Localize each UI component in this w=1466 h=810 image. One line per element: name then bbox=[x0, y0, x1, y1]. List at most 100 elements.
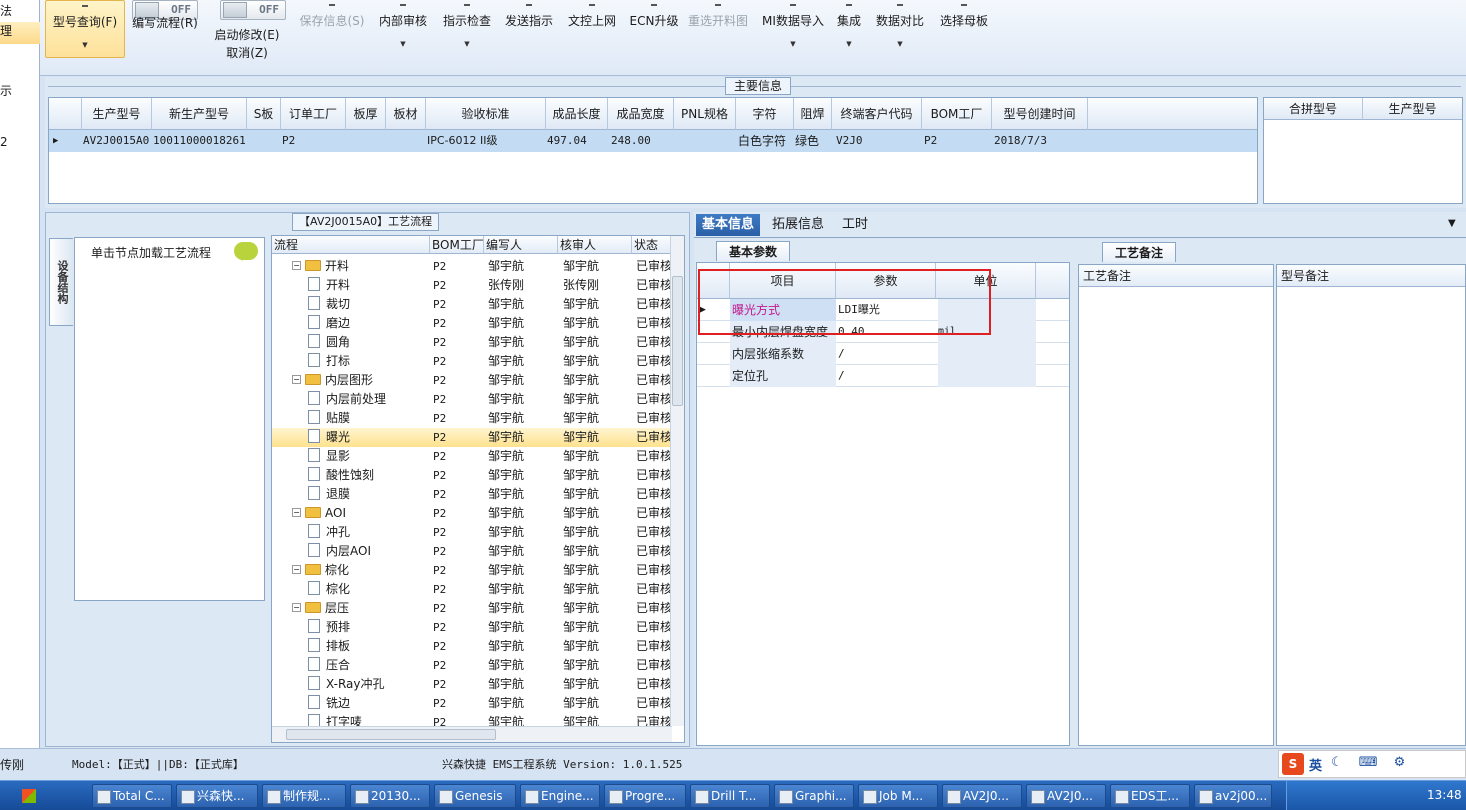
taskbar-item[interactable]: AV2J0... bbox=[942, 784, 1022, 808]
tree-leaf-node[interactable]: 铣边 P2 邹宇航 邹宇航 已审核 bbox=[272, 694, 672, 713]
tree-leaf-node[interactable]: 内层前处理 P2 邹宇航 邹宇航 已审核 bbox=[272, 390, 672, 409]
tree-leaf-node[interactable]: X-Ray冲孔 P2 邹宇航 邹宇航 已审核 bbox=[272, 675, 672, 694]
ime-tools-icon[interactable]: ☾ ⌨ ⚙ bbox=[1331, 755, 1411, 770]
tab-basic-info[interactable]: 基本信息 bbox=[696, 214, 761, 236]
taskbar-item[interactable]: 20130... bbox=[350, 784, 430, 808]
file-control-upload-button[interactable]: 文控上网 bbox=[564, 0, 620, 58]
model-notes-box[interactable]: 型号备注 bbox=[1276, 264, 1466, 746]
taskbar-item[interactable]: av2j00... bbox=[1194, 784, 1272, 808]
col-header[interactable]: 板材 bbox=[386, 98, 426, 130]
tree-folder-node[interactable]: − AOI P2 邹宇航 邹宇航 已审核 bbox=[272, 504, 672, 523]
tree-leaf-node[interactable]: 退膜 P2 邹宇航 邹宇航 已审核 bbox=[272, 485, 672, 504]
taskbar-item[interactable]: Genesis bbox=[434, 784, 516, 808]
col-header[interactable]: 阻焊 bbox=[794, 98, 832, 130]
integrate-button[interactable]: 集成 ▼ bbox=[832, 0, 866, 58]
param-row[interactable]: 内层张缩系数 / bbox=[697, 343, 1069, 365]
ecn-upgrade-button[interactable]: ECN升级 bbox=[626, 0, 682, 58]
tree-leaf-node[interactable]: 内层AOI P2 邹宇航 邹宇航 已审核 bbox=[272, 542, 672, 561]
taskbar-item[interactable]: 兴森快... bbox=[176, 784, 258, 808]
taskbar-item[interactable]: Drill T... bbox=[690, 784, 770, 808]
tree-leaf-node[interactable]: 压合 P2 邹宇航 邹宇航 已审核 bbox=[272, 656, 672, 675]
col-header[interactable]: 成品宽度 bbox=[608, 98, 674, 130]
col-header[interactable]: 生产型号 bbox=[1363, 98, 1462, 120]
col-header[interactable]: 型号创建时间 bbox=[992, 98, 1088, 130]
col-header[interactable]: 字符 bbox=[736, 98, 794, 130]
vertical-scrollbar[interactable] bbox=[670, 236, 684, 726]
tree-leaf-node[interactable]: 圆角 P2 邹宇航 邹宇航 已审核 bbox=[272, 333, 672, 352]
collapse-icon[interactable]: − bbox=[292, 565, 301, 574]
taskbar-item[interactable]: AV2J0... bbox=[1026, 784, 1106, 808]
tree-leaf-node[interactable]: 冲孔 P2 邹宇航 邹宇航 已审核 bbox=[272, 523, 672, 542]
reselect-chart-button[interactable]: 重选开料图 bbox=[684, 0, 752, 58]
collapse-icon[interactable]: − bbox=[292, 508, 301, 517]
main-info-grid[interactable]: 生产型号 新生产型号 S板 订单工厂 板厚 板材 验收标准 成品长度 成品宽度 … bbox=[48, 97, 1258, 204]
start-modify-toggle[interactable]: OFF bbox=[220, 0, 286, 20]
model-query-button[interactable]: 型号查询(F) ▼ bbox=[45, 0, 125, 58]
horizontal-scrollbar[interactable] bbox=[272, 726, 672, 742]
col-header[interactable]: 新生产型号 bbox=[152, 98, 247, 130]
mi-import-button[interactable]: MI数据导入 ▼ bbox=[758, 0, 828, 58]
tab-process-notes[interactable]: 工艺备注 bbox=[1102, 242, 1177, 262]
tree-leaf-node[interactable]: 显影 P2 邹宇航 邹宇航 已审核 bbox=[272, 447, 672, 466]
taskbar-item[interactable]: Progre... bbox=[604, 784, 686, 808]
taskbar-item[interactable]: Job M... bbox=[858, 784, 938, 808]
tab-basic-params[interactable]: 基本参数 bbox=[716, 241, 791, 261]
taskbar-item[interactable]: Engine... bbox=[520, 784, 600, 808]
tree-leaf-node[interactable]: 裁切 P2 邹宇航 邹宇航 已审核 bbox=[272, 295, 672, 314]
collapse-icon[interactable]: − bbox=[292, 261, 301, 270]
vertical-tab-equipment[interactable]: 设备结构 bbox=[49, 238, 73, 326]
process-tree[interactable]: 流程 BOM工厂 编写人 核审人 状态 − 开料 P2 邹宇航 邹宇航 已审核 开料 P2 张传… bbox=[271, 235, 685, 743]
start-modify-label[interactable]: 启动修改(E) bbox=[212, 26, 282, 43]
param-row[interactable]: 定位孔 / bbox=[697, 365, 1069, 387]
clock[interactable]: 13:48 bbox=[1427, 788, 1462, 802]
taskbar-item[interactable]: 制作规... bbox=[262, 784, 346, 808]
tree-leaf-node[interactable]: 磨边 P2 邹宇航 邹宇航 已审核 bbox=[272, 314, 672, 333]
col-header[interactable]: 终端客户代码 bbox=[832, 98, 922, 130]
tree-leaf-node[interactable]: 开料 P2 张传刚 张传刚 已审核 bbox=[272, 276, 672, 295]
process-notes-box[interactable]: 工艺备注 bbox=[1078, 264, 1274, 746]
taskbar-item[interactable]: EDS工... bbox=[1110, 784, 1190, 808]
select-mother-board-button[interactable]: 选择母板 bbox=[936, 0, 992, 58]
collapse-icon[interactable]: − bbox=[292, 603, 301, 612]
tree-leaf-node[interactable]: 酸性蚀刻 P2 邹宇航 邹宇航 已审核 bbox=[272, 466, 672, 485]
col-header[interactable]: 验收标准 bbox=[426, 98, 546, 130]
chevron-down-icon[interactable]: ▼ bbox=[1448, 218, 1456, 229]
tree-leaf-node[interactable]: 打标 P2 邹宇航 邹宇航 已审核 bbox=[272, 352, 672, 371]
write-flow-label[interactable]: 编写流程(R) bbox=[128, 14, 202, 31]
col-header[interactable]: 板厚 bbox=[346, 98, 386, 130]
col-header[interactable]: 订单工厂 bbox=[281, 98, 346, 130]
start-button[interactable] bbox=[0, 783, 56, 809]
data-compare-button[interactable]: 数据对比 ▼ bbox=[872, 0, 928, 58]
indicator-check-button[interactable]: 指示检查 ▼ bbox=[440, 0, 494, 58]
send-indicator-button[interactable]: 发送指示 bbox=[502, 0, 556, 58]
save-info-button[interactable]: 保存信息(S) bbox=[296, 0, 368, 58]
tree-leaf-node[interactable]: 曝光 P2 邹宇航 邹宇航 已审核 bbox=[272, 428, 672, 447]
left-nav-item-selected[interactable]: 理 bbox=[0, 22, 40, 44]
left-nav-item[interactable]: 示 bbox=[0, 82, 12, 99]
left-nav-item[interactable]: 2 bbox=[0, 135, 8, 149]
col-header[interactable]: 编写人 bbox=[484, 236, 558, 254]
tree-folder-node[interactable]: − 层压 P2 邹宇航 邹宇航 已审核 bbox=[272, 599, 672, 618]
tree-leaf-node[interactable]: 贴膜 P2 邹宇航 邹宇航 已审核 bbox=[272, 409, 672, 428]
cancel-button[interactable]: 取消(Z) bbox=[212, 44, 282, 61]
col-header[interactable]: 状态 bbox=[632, 236, 672, 254]
col-header[interactable]: 核审人 bbox=[558, 236, 632, 254]
tree-folder-node[interactable]: − 棕化 P2 邹宇航 邹宇航 已审核 bbox=[272, 561, 672, 580]
node-load-box[interactable]: 单击节点加载工艺流程 bbox=[74, 237, 265, 601]
col-header[interactable]: 生产型号 bbox=[82, 98, 152, 130]
col-header[interactable]: 成品长度 bbox=[546, 98, 608, 130]
col-header[interactable]: PNL规格 bbox=[674, 98, 736, 130]
tree-leaf-node[interactable]: 排板 P2 邹宇航 邹宇航 已审核 bbox=[272, 637, 672, 656]
tab-extended-info[interactable]: 拓展信息 bbox=[766, 214, 830, 236]
col-header[interactable]: S板 bbox=[247, 98, 281, 130]
col-header[interactable]: 合拼型号 bbox=[1264, 98, 1363, 120]
taskbar-item[interactable]: Graphi... bbox=[774, 784, 854, 808]
tree-folder-node[interactable]: − 开料 P2 邹宇航 邹宇航 已审核 bbox=[272, 257, 672, 276]
left-nav-item[interactable]: 法 bbox=[0, 2, 12, 19]
internal-review-button[interactable]: 内部审核 ▼ bbox=[376, 0, 430, 58]
tree-leaf-node[interactable]: 棕化 P2 邹宇航 邹宇航 已审核 bbox=[272, 580, 672, 599]
col-header[interactable]: 流程 bbox=[272, 236, 430, 254]
tree-leaf-node[interactable]: 预排 P2 邹宇航 邹宇航 已审核 bbox=[272, 618, 672, 637]
tree-folder-node[interactable]: − 内层图形 P2 邹宇航 邹宇航 已审核 bbox=[272, 371, 672, 390]
merge-model-grid[interactable]: 合拼型号 生产型号 bbox=[1263, 97, 1463, 204]
